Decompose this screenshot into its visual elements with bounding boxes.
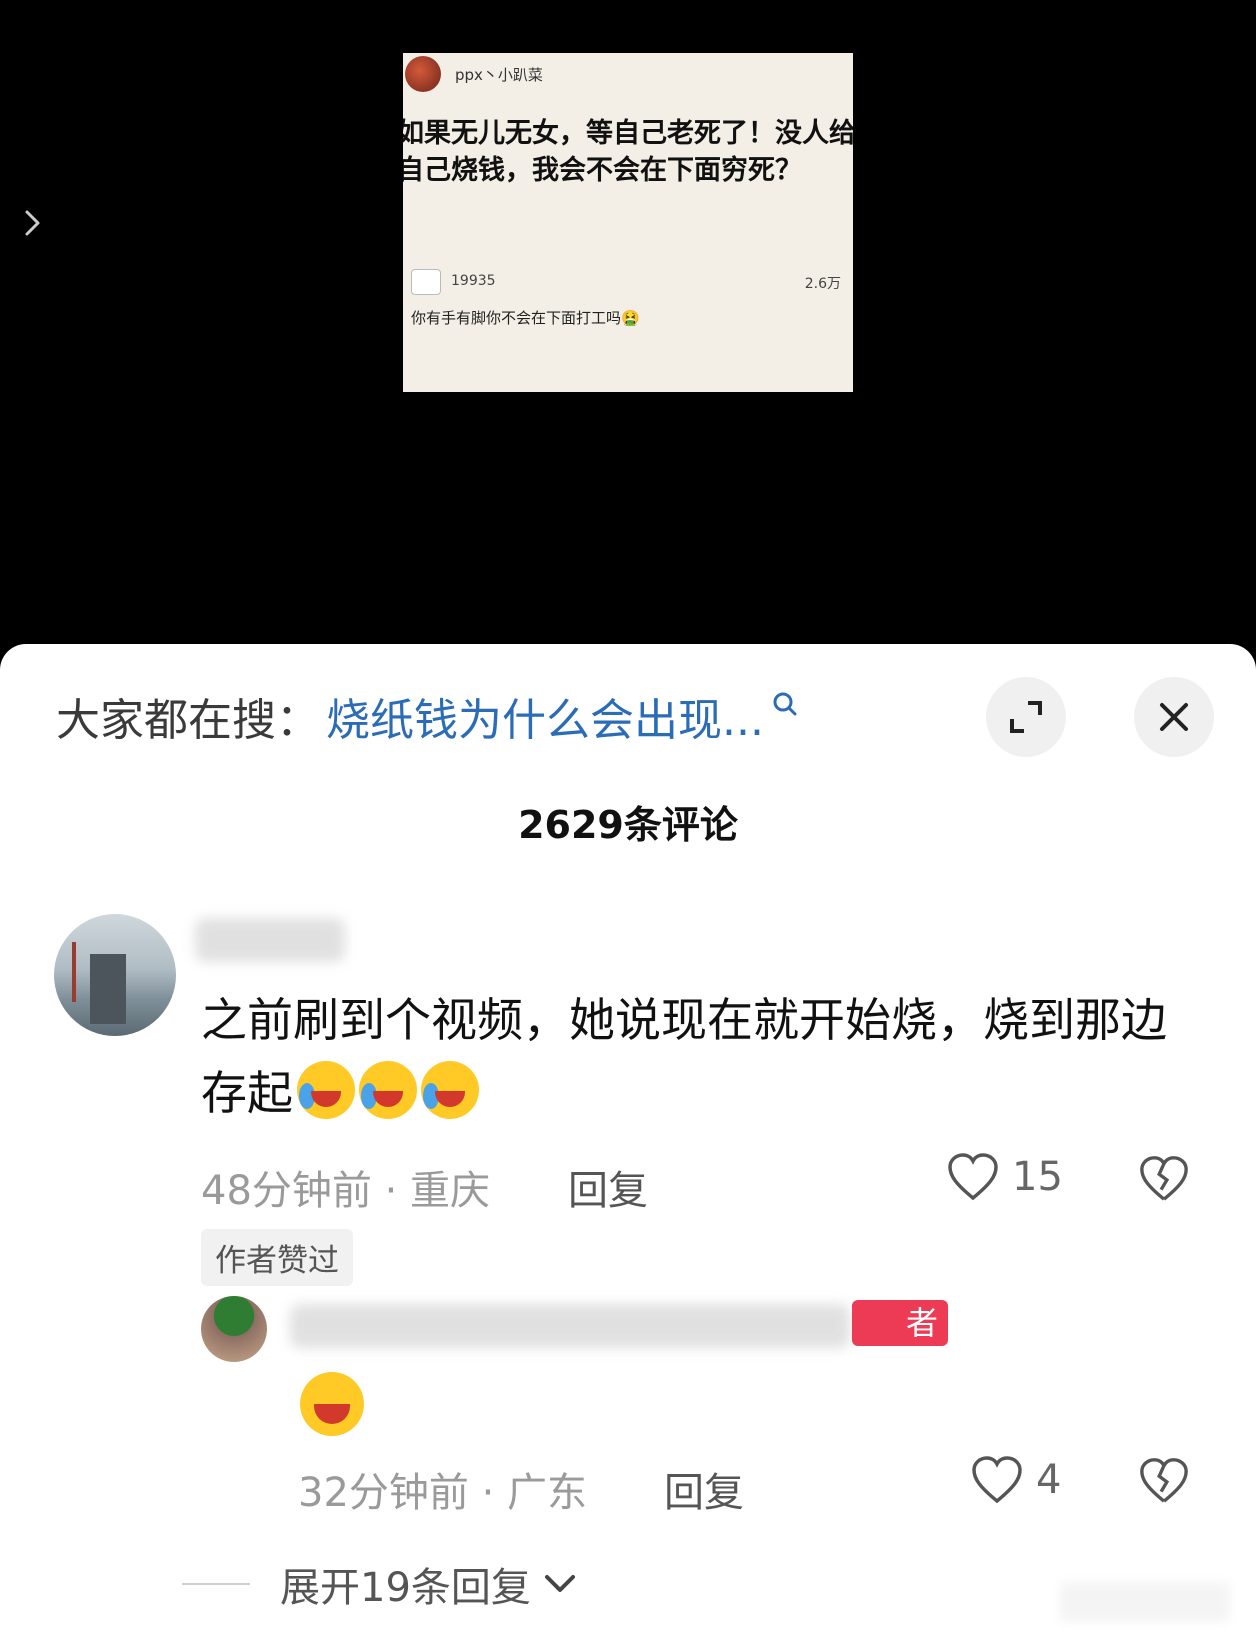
like-button[interactable]: 15 — [946, 1152, 1063, 1202]
close-icon — [1160, 703, 1188, 731]
avatar — [405, 56, 441, 92]
heart-icon — [948, 1153, 998, 1201]
reply-button[interactable]: 回复 — [568, 1158, 648, 1216]
laughing-crying-emoji-icon — [421, 1061, 479, 1119]
comment-count: 2629条评论 — [518, 803, 738, 847]
comment-time-location: 32分钟前 · 广东 — [298, 1470, 588, 1516]
search-link[interactable]: 烧纸钱为什么会出现... — [326, 684, 764, 748]
video-area[interactable]: ppx丶小趴菜 如果无儿无女，等自己老死了！没人给自己烧钱，我会不会在下面穷死？… — [0, 0, 1256, 660]
laughing-crying-emoji-icon — [359, 1061, 417, 1119]
like-button[interactable]: 4 — [970, 1455, 1061, 1505]
expand-icon — [1010, 701, 1042, 733]
card-answer-row: 19935 2.6万 — [411, 269, 841, 295]
like-count: 4 — [1036, 1457, 1062, 1503]
avatar[interactable] — [201, 1296, 267, 1362]
username-blurred[interactable] — [290, 1304, 850, 1348]
search-label: 大家都在搜： — [56, 695, 320, 746]
broken-heart-icon[interactable] — [1138, 1153, 1190, 1205]
comment-text: 之前刷到个视频，她说现在就开始烧，烧到那边存起 — [201, 984, 1211, 1130]
comment-sheet: 大家都在搜： 烧纸钱为什么会出现... 2629条评论 — [0, 644, 1256, 1650]
card-username: ppx丶小趴菜 — [455, 65, 543, 84]
expand-replies-button[interactable]: 展开19条回复 — [182, 1555, 577, 1613]
like-count: 15 — [1012, 1154, 1063, 1200]
watermark — [1060, 1582, 1230, 1622]
reply-button[interactable]: 回复 — [664, 1460, 744, 1518]
trending-search[interactable]: 大家都在搜： 烧纸钱为什么会出现... — [56, 684, 800, 748]
card-answer-user: 19935 — [451, 273, 496, 289]
comment-time-location: 48分钟前 · 重庆 — [201, 1168, 491, 1214]
username-blurred[interactable] — [195, 918, 345, 962]
chevron-down-icon — [544, 1575, 575, 1592]
avatar[interactable] — [54, 914, 176, 1036]
author-liked-badge: 作者赞过 — [201, 1229, 353, 1286]
card-answer-text: 你有手有脚你不会在下面打工吗🤮 — [411, 309, 640, 327]
search-icon[interactable] — [770, 690, 800, 720]
author-tag: 者 — [852, 1300, 948, 1346]
avatar — [411, 269, 441, 295]
close-button[interactable] — [1134, 677, 1214, 757]
expand-replies-label: 展开19条回复 — [280, 1565, 531, 1611]
heart-icon — [972, 1456, 1022, 1504]
laughing-emoji-icon — [300, 1372, 364, 1436]
laughing-crying-emoji-icon — [297, 1061, 355, 1119]
card-user: ppx丶小趴菜 — [405, 56, 543, 92]
chevron-right-icon[interactable] — [22, 206, 44, 240]
card-answer-likes: 2.6万 — [804, 276, 841, 292]
expand-button[interactable] — [986, 677, 1066, 757]
post-screenshot-card: ppx丶小趴菜 如果无儿无女，等自己老死了！没人给自己烧钱，我会不会在下面穷死？… — [403, 53, 853, 392]
divider — [182, 1583, 250, 1585]
card-question: 如果无儿无女，等自己老死了！没人给自己烧钱，我会不会在下面穷死？ — [403, 118, 853, 186]
broken-heart-icon[interactable] — [1138, 1455, 1190, 1507]
